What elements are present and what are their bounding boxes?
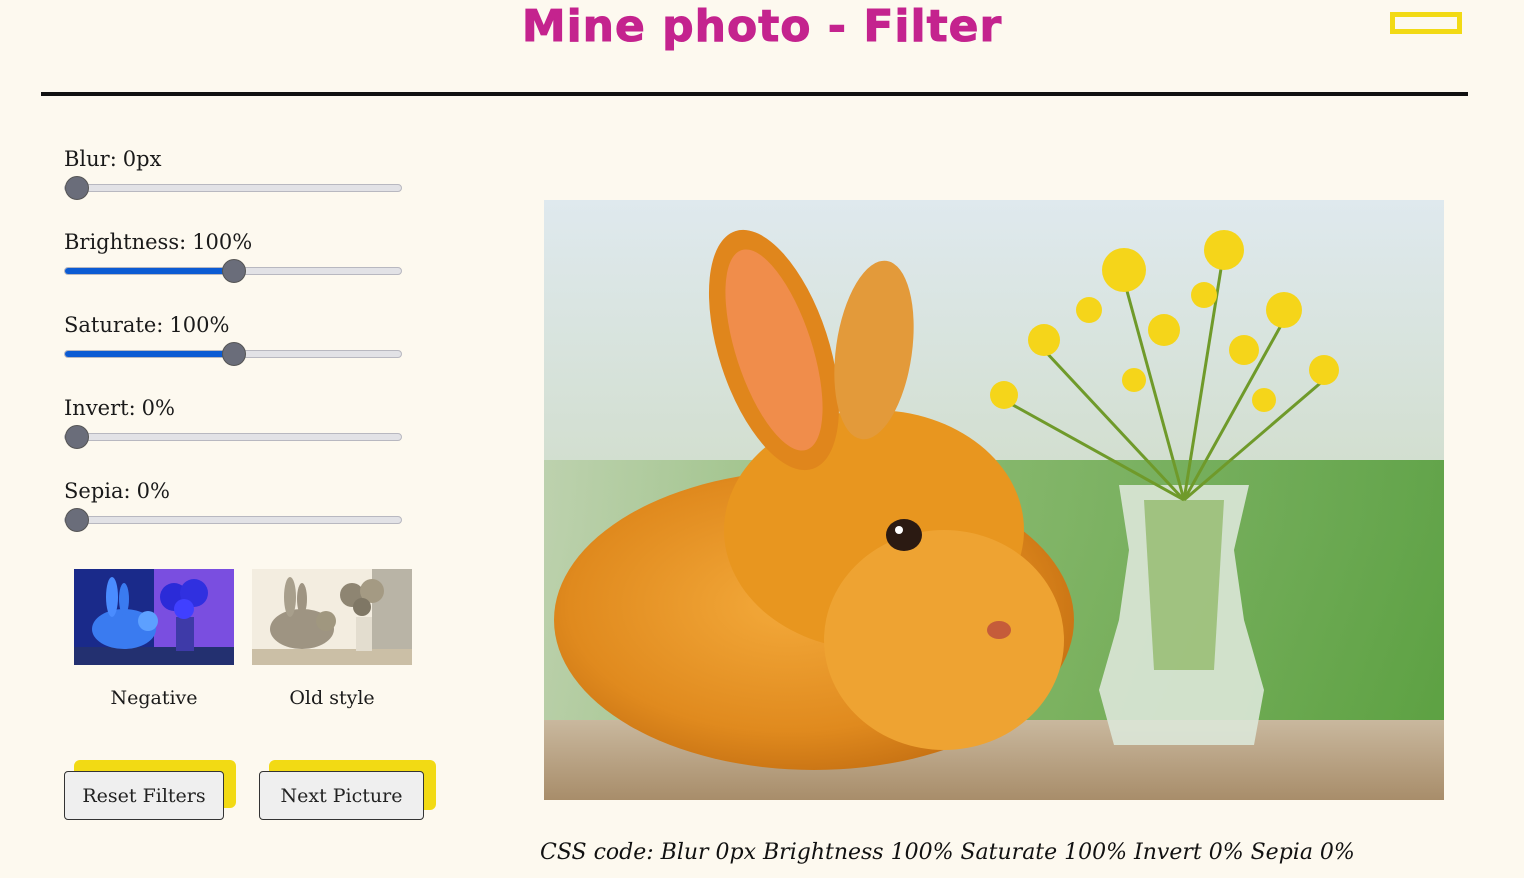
slider-brightness-thumb[interactable] [222,259,246,283]
slider-saturate-value: 100% [169,313,230,337]
slider-brightness-fill [65,268,233,274]
negative-preset-thumbnail[interactable] [74,569,234,665]
slider-brightness: Brightness: 100% [64,229,404,283]
header-divider [41,92,1468,96]
preset-old-style[interactable]: Old style [252,569,412,709]
slider-blur-label: Blur: 0px [64,147,162,171]
css-code-readout: CSS code: Blur 0px Brightness 100% Satur… [540,840,1355,865]
slider-saturate: Saturate: 100% [64,312,404,366]
slider-blur-thumb[interactable] [65,176,89,200]
slider-invert-label: Invert: 0% [64,396,175,420]
slider-blur: Blur: 0px [64,146,404,200]
slider-saturate-label: Saturate: 100% [64,313,230,337]
rabbit-photo-image [544,200,1444,800]
slider-sepia-label: Sepia: 0% [64,479,170,503]
theme-toggle-button[interactable] [1390,12,1462,34]
preset-negative[interactable]: Negative [74,569,234,709]
slider-sepia: Sepia: 0% [64,478,404,532]
next-picture-button[interactable]: Next Picture [259,771,424,820]
slider-invert-track[interactable] [64,425,402,449]
slider-invert-value: 0% [141,396,175,420]
slider-invert-thumb[interactable] [65,425,89,449]
slider-saturate-thumb[interactable] [222,342,246,366]
slider-blur-value: 0px [122,147,162,171]
slider-saturate-fill [65,351,233,357]
slider-sepia-track[interactable] [64,508,402,532]
slider-sepia-value: 0% [136,479,170,503]
page-title: Mine photo - Filter [521,1,1003,53]
old-style-preset-thumbnail[interactable] [252,569,412,665]
reset-filters-button[interactable]: Reset Filters [64,771,224,820]
preset-old-style-label: Old style [289,687,375,709]
slider-brightness-label: Brightness: 100% [64,230,253,254]
preset-negative-label: Negative [110,687,198,709]
slider-invert: Invert: 0% [64,395,404,449]
slider-saturate-track[interactable] [64,342,402,366]
slider-brightness-value: 100% [192,230,253,254]
slider-brightness-track[interactable] [64,259,402,283]
slider-sepia-thumb[interactable] [65,508,89,532]
slider-blur-track[interactable] [64,176,402,200]
main-photo [544,200,1444,800]
